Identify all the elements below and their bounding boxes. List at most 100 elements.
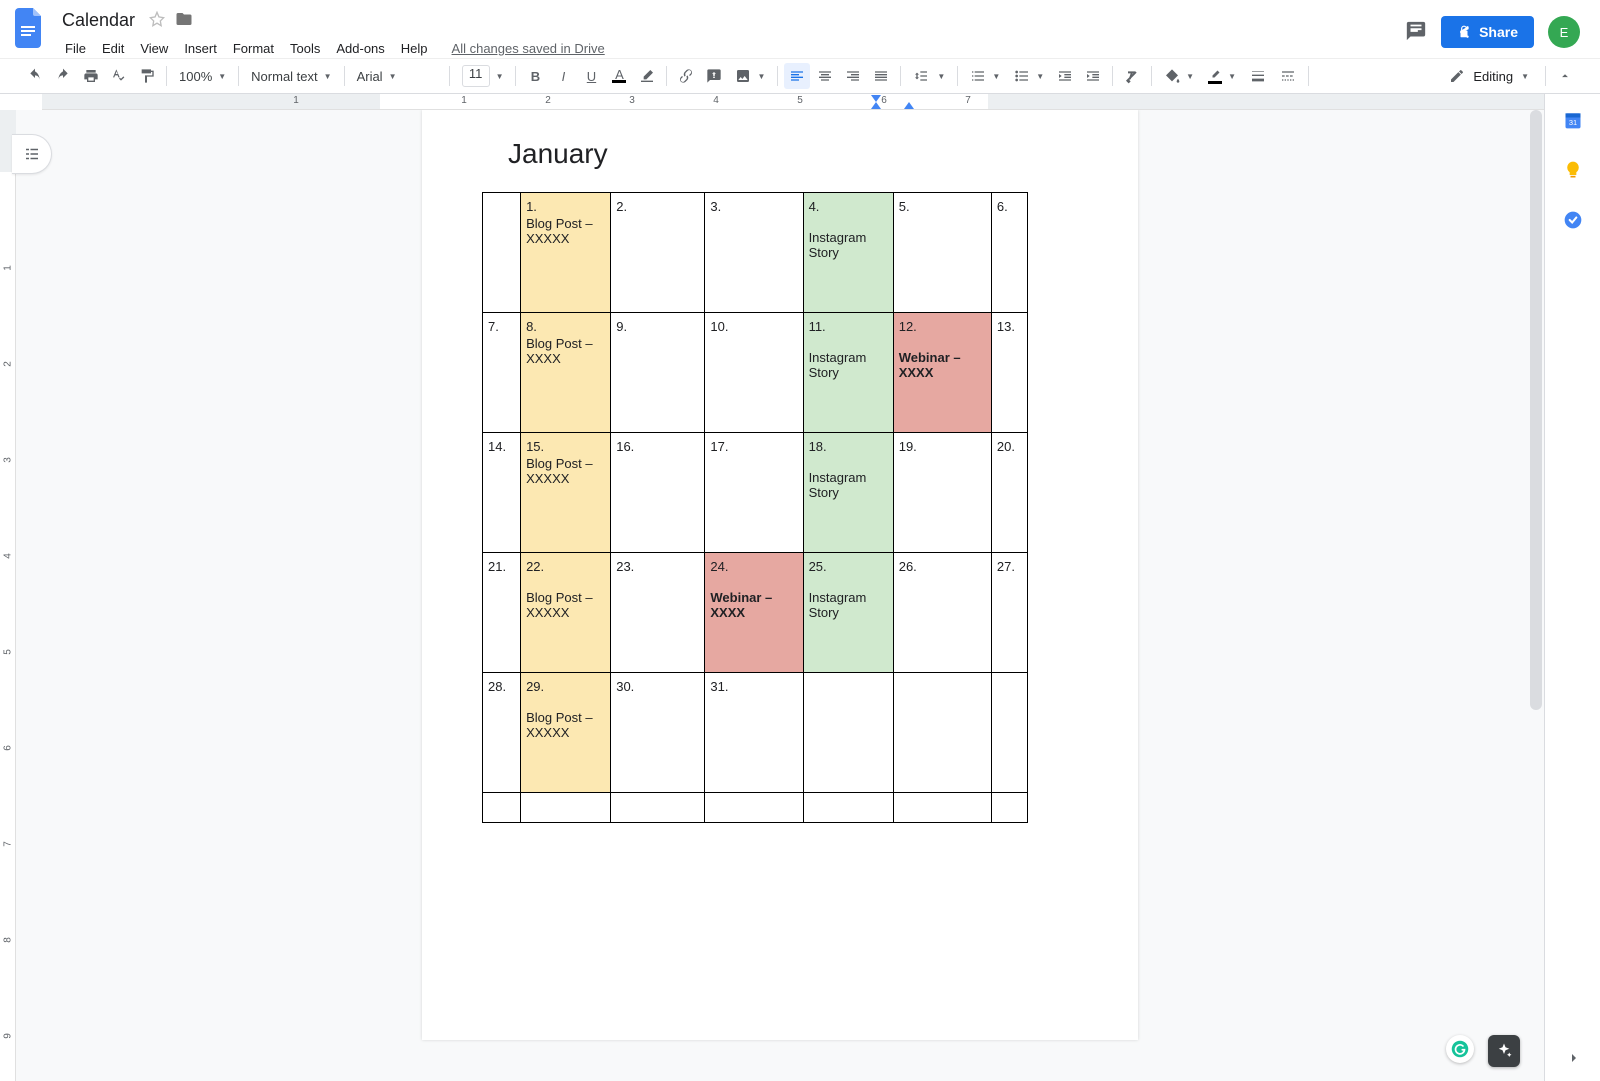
calendar-cell[interactable] <box>483 193 521 313</box>
document-area[interactable]: January 1.Blog Post – XXXXX2.3.4.Instagr… <box>16 110 1544 1081</box>
calendar-cell[interactable]: 22.Blog Post – XXXXX <box>521 553 611 673</box>
calendar-cell[interactable]: 2. <box>611 193 705 313</box>
calendar-cell[interactable] <box>991 793 1027 823</box>
calendar-cell[interactable]: 28. <box>483 673 521 793</box>
comments-icon[interactable] <box>1405 20 1427 45</box>
calendar-cell[interactable] <box>803 793 893 823</box>
docs-logo[interactable] <box>10 8 50 48</box>
calendar-cell[interactable]: 24.Webinar – XXXX <box>705 553 803 673</box>
calendar-cell[interactable]: 14. <box>483 433 521 553</box>
save-status[interactable]: All changes saved in Drive <box>445 37 612 60</box>
calendar-cell[interactable]: 16. <box>611 433 705 553</box>
side-panel-expand-icon[interactable] <box>1566 1050 1582 1069</box>
calendar-cell[interactable]: 26. <box>893 553 991 673</box>
calendar-cell[interactable]: 20. <box>991 433 1027 553</box>
calendar-cell[interactable]: 1.Blog Post – XXXXX <box>521 193 611 313</box>
border-style-dropdown[interactable] <box>1274 63 1302 89</box>
spellcheck-button[interactable] <box>106 63 132 89</box>
calendar-cell[interactable] <box>705 793 803 823</box>
calendar-cell[interactable]: 30. <box>611 673 705 793</box>
mode-dropdown[interactable]: Editing ▼ <box>1439 68 1539 84</box>
keep-addon-icon[interactable] <box>1563 160 1583 180</box>
scrollbar-thumb[interactable] <box>1530 110 1542 710</box>
paint-format-button[interactable] <box>134 63 160 89</box>
table-row[interactable]: 21.22.Blog Post – XXXXX23.24.Webinar – X… <box>483 553 1028 673</box>
menu-format[interactable]: Format <box>226 37 281 60</box>
page-title[interactable]: January <box>508 138 1078 170</box>
menu-help[interactable]: Help <box>394 37 435 60</box>
calendar-cell[interactable]: 9. <box>611 313 705 433</box>
font-size-value[interactable]: 11 <box>462 65 490 87</box>
calendar-cell[interactable]: 13. <box>991 313 1027 433</box>
explore-button[interactable] <box>1488 1035 1520 1067</box>
align-justify-button[interactable] <box>868 63 894 89</box>
increase-indent-button[interactable] <box>1080 63 1106 89</box>
collapse-toolbar-button[interactable] <box>1552 63 1578 89</box>
line-spacing-dropdown[interactable]: ▼ <box>907 63 951 89</box>
menu-insert[interactable]: Insert <box>177 37 224 60</box>
calendar-cell[interactable] <box>803 673 893 793</box>
calendar-cell[interactable]: 31. <box>705 673 803 793</box>
insert-comment-button[interactable] <box>701 63 727 89</box>
calendar-cell[interactable]: 27. <box>991 553 1027 673</box>
star-icon[interactable] <box>149 11 165 30</box>
calendar-cell[interactable]: 18.Instagram Story <box>803 433 893 553</box>
calendar-cell[interactable]: 25.Instagram Story <box>803 553 893 673</box>
calendar-cell[interactable] <box>991 673 1027 793</box>
move-folder-icon[interactable] <box>175 10 193 31</box>
share-button[interactable]: Share <box>1441 16 1534 48</box>
calendar-cell[interactable]: 7. <box>483 313 521 433</box>
menu-tools[interactable]: Tools <box>283 37 327 60</box>
calendar-cell[interactable]: 8.Blog Post – XXXX <box>521 313 611 433</box>
align-center-button[interactable] <box>812 63 838 89</box>
calendar-cell[interactable]: 6. <box>991 193 1027 313</box>
vertical-ruler[interactable]: 123456789 <box>0 110 16 1081</box>
calendar-cell[interactable] <box>483 793 521 823</box>
highlight-color-button[interactable] <box>634 63 660 89</box>
italic-button[interactable]: I <box>550 63 576 89</box>
tasks-addon-icon[interactable] <box>1563 210 1583 230</box>
bold-button[interactable]: B <box>522 63 548 89</box>
clear-formatting-button[interactable] <box>1119 63 1145 89</box>
redo-button[interactable] <box>50 63 76 89</box>
calendar-cell[interactable] <box>893 793 991 823</box>
calendar-cell[interactable] <box>893 673 991 793</box>
menu-edit[interactable]: Edit <box>95 37 131 60</box>
table-row[interactable]: 1.Blog Post – XXXXX2.3.4.Instagram Story… <box>483 193 1028 313</box>
paragraph-style-dropdown[interactable]: Normal text▼ <box>245 63 337 89</box>
table-row[interactable]: 28.29.Blog Post – XXXXX30.31. <box>483 673 1028 793</box>
menu-addons[interactable]: Add-ons <box>329 37 391 60</box>
bulleted-list-dropdown[interactable]: ▼ <box>1008 63 1050 89</box>
doc-title[interactable]: Calendar <box>58 8 139 33</box>
calendar-addon-icon[interactable]: 31 <box>1563 110 1583 130</box>
calendar-cell[interactable]: 10. <box>705 313 803 433</box>
menu-view[interactable]: View <box>133 37 175 60</box>
font-size-field[interactable]: 11▼ <box>456 63 510 89</box>
table-row[interactable] <box>483 793 1028 823</box>
font-dropdown[interactable]: Arial▼ <box>351 63 443 89</box>
insert-image-dropdown[interactable]: ▼ <box>729 63 771 89</box>
zoom-dropdown[interactable]: 100%▼ <box>173 63 232 89</box>
calendar-cell[interactable]: 4.Instagram Story <box>803 193 893 313</box>
calendar-cell[interactable]: 19. <box>893 433 991 553</box>
calendar-cell[interactable]: 3. <box>705 193 803 313</box>
cell-fill-dropdown[interactable]: ▼ <box>1158 63 1200 89</box>
calendar-cell[interactable]: 5. <box>893 193 991 313</box>
calendar-table[interactable]: 1.Blog Post – XXXXX2.3.4.Instagram Story… <box>482 192 1028 823</box>
grammarly-icon[interactable] <box>1446 1035 1474 1063</box>
calendar-cell[interactable]: 11.Instagram Story <box>803 313 893 433</box>
page[interactable]: January 1.Blog Post – XXXXX2.3.4.Instagr… <box>422 110 1138 1040</box>
calendar-cell[interactable]: 17. <box>705 433 803 553</box>
numbered-list-dropdown[interactable]: ▼ <box>964 63 1006 89</box>
decrease-indent-button[interactable] <box>1052 63 1078 89</box>
align-right-button[interactable] <box>840 63 866 89</box>
calendar-cell[interactable]: 15.Blog Post – XXXXX <box>521 433 611 553</box>
calendar-cell[interactable]: 21. <box>483 553 521 673</box>
print-button[interactable] <box>78 63 104 89</box>
calendar-cell[interactable]: 29.Blog Post – XXXXX <box>521 673 611 793</box>
menu-file[interactable]: File <box>58 37 93 60</box>
table-row[interactable]: 7.8.Blog Post – XXXX9.10.11.Instagram St… <box>483 313 1028 433</box>
calendar-cell[interactable] <box>521 793 611 823</box>
insert-link-button[interactable] <box>673 63 699 89</box>
calendar-cell[interactable]: 23. <box>611 553 705 673</box>
